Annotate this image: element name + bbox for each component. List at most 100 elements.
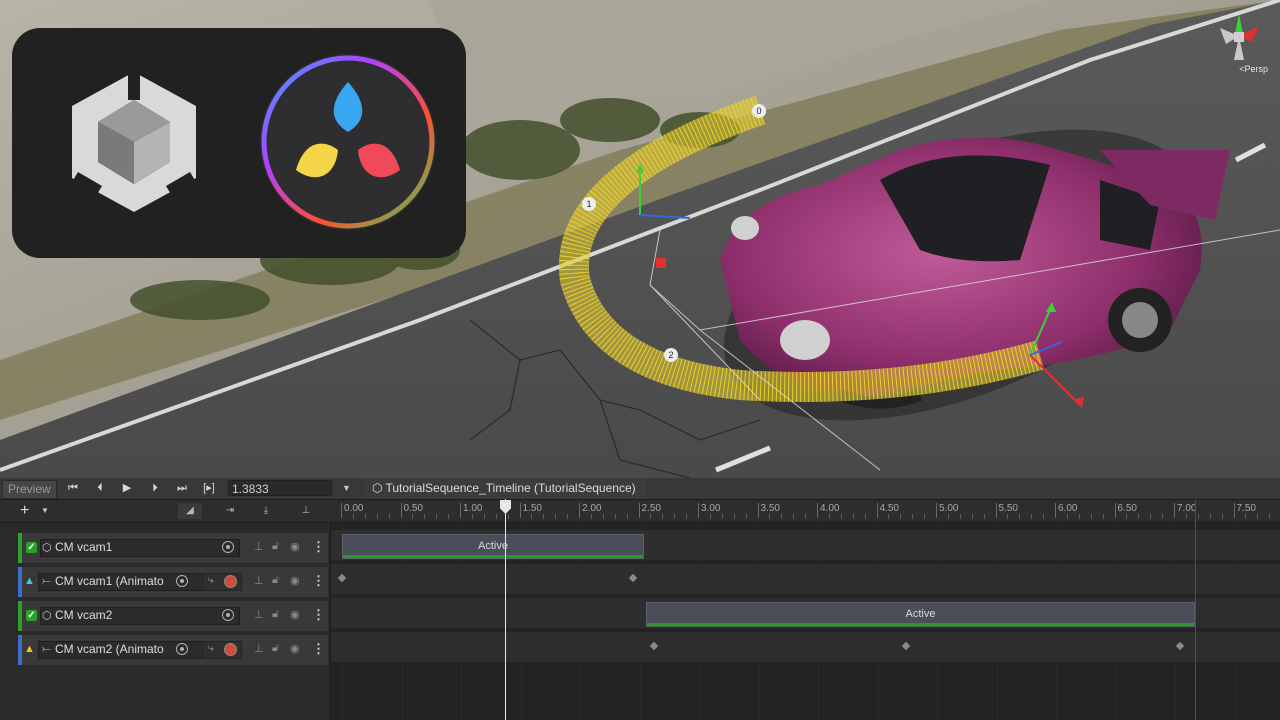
transform-icon: ⤚ [42,575,51,587]
timeline-window: Preview ⏮ ⏴ ▶ ⏵ ⏭ [▸] 1.3833 ▼ ⬡ Tutorial… [0,478,1280,720]
ruler-minor-tick [947,514,949,519]
track-lane[interactable]: Active [331,598,1280,629]
ruler-major-tick [400,503,402,518]
eye-icon[interactable]: ◉ [290,608,300,621]
waypoint-marker-1[interactable]: 1 [582,197,596,211]
record-button[interactable] [224,575,237,588]
keyframe[interactable] [1175,641,1185,651]
preview-button[interactable]: Preview [2,480,57,499]
snap-icon[interactable]: ◢ [178,503,202,519]
transform-icon: ⤚ [42,643,51,655]
ruler-minor-tick [626,514,628,519]
ruler-minor-tick [1019,514,1021,519]
ruler-minor-tick [852,514,854,519]
track-color-bar [18,601,22,631]
keyframe[interactable] [337,573,347,583]
time-ruler[interactable]: 0.00 0.50 1.00 1.50 2.00 2.50 3.00 3.50 4.00 4.50… [330,500,1280,522]
keyframe[interactable] [628,573,638,583]
track-header[interactable]: ✓ ⬡ CM vcam1 ⊥ 🔓︎ ◉ ⋮ [18,533,328,563]
ruler-minor-tick [436,514,438,519]
ruler-minor-tick [364,514,366,519]
track-name: CM vcam1 [55,540,113,554]
eye-icon[interactable]: ◉ [290,642,300,655]
ruler-minor-tick [793,514,795,519]
eye-icon[interactable]: ◉ [290,540,300,553]
ruler-minor-tick [507,514,509,519]
pin-icon[interactable]: ⊥ [254,642,264,655]
object-picker-icon[interactable] [176,643,188,655]
ruler-minor-tick [840,514,842,519]
track-menu-icon[interactable]: ⋮ [312,573,325,589]
add-dropdown-icon[interactable]: ▼ [41,506,49,515]
ruler-minor-tick [1197,514,1199,519]
ruler-label: 6.00 [1058,503,1078,514]
object-picker-icon[interactable] [222,609,234,621]
object-picker-icon[interactable] [222,541,234,553]
ruler-minor-tick [1007,514,1009,519]
activation-clip[interactable]: Active [646,602,1195,627]
ruler-label: 6.50 [1117,503,1137,514]
track-lanes[interactable]: Active Active [331,523,1280,720]
track-lane[interactable]: Active [331,530,1280,561]
scene-view[interactable]: 0 1 2 <Persp [0,0,1280,478]
ruler-label: 2.00 [582,503,602,514]
ruler-label: 1.50 [522,503,542,514]
ruler-minor-tick [721,514,723,519]
orientation-gizmo[interactable] [1212,6,1266,72]
pin-icon[interactable]: ⊥ [254,540,264,553]
lock-icon[interactable]: 🔓︎ [272,540,279,553]
track-header[interactable]: ▲ ⤚ CM vcam2 (Animato ⤷ ⊥ 🔓︎ ◉ ⋮ [18,635,328,665]
step-back-icon[interactable]: ⏴ [90,480,110,497]
playhead-line[interactable] [505,499,506,720]
track-lane[interactable] [331,632,1280,663]
track-header[interactable]: ▲ ⤚ CM vcam1 (Animato ⤷ ⊥ 🔓︎ ◉ ⋮ [18,567,328,597]
lock-icon[interactable]: 🔓︎ [272,574,279,587]
activation-clip[interactable]: Active [342,534,644,559]
ruler-minor-tick [864,514,866,519]
ruler-minor-tick [781,514,783,519]
ruler-minor-tick [483,514,485,519]
waypoint-marker-2[interactable]: 2 [664,348,678,362]
waypoint-marker-0[interactable]: 0 [752,104,766,118]
markers-icon[interactable]: ⤓ [254,503,278,519]
lock-icon[interactable]: 🔓︎ [272,608,279,621]
pin-icon[interactable]: ⊥ [294,503,318,519]
track-enabled-checkbox[interactable]: ✓ [26,610,37,621]
object-picker-icon[interactable] [176,575,188,587]
add-track-button[interactable]: + [20,503,29,519]
ruler-minor-tick [983,514,985,519]
ripple-icon[interactable]: ⇥ [218,503,242,519]
track-enabled-checkbox[interactable]: ✓ [26,542,37,553]
range-icon[interactable]: [▸] [199,480,219,497]
keyframe[interactable] [901,641,911,651]
skip-end-icon[interactable]: ⏭ [172,480,192,497]
skip-start-icon[interactable]: ⏮ [63,480,83,497]
current-time-field[interactable]: 1.3833 [228,480,332,496]
projection-label[interactable]: <Persp [1239,64,1268,74]
play-icon[interactable]: ▶ [117,480,137,497]
step-forward-icon[interactable]: ⏵ [145,480,165,497]
lock-icon[interactable]: 🔓︎ [272,642,279,655]
ruler-minor-tick [1257,514,1259,519]
ruler-minor-tick [567,514,569,519]
record-button[interactable] [224,643,237,656]
track-menu-icon[interactable]: ⋮ [312,641,325,657]
ruler-minor-tick [495,514,497,519]
ruler-major-tick [936,503,937,518]
ruler-major-tick [519,503,521,518]
ruler-label: 4.00 [820,503,840,514]
track-header[interactable]: ✓ ⬡ CM vcam2 ⊥ 🔓︎ ◉ ⋮ [18,601,328,631]
track-lane[interactable] [331,564,1280,595]
ruler-minor-tick [745,514,747,519]
track-menu-icon[interactable]: ⋮ [312,539,325,555]
keyframe[interactable] [649,641,659,651]
pin-icon[interactable]: ⊥ [254,608,264,621]
ruler-minor-tick [1245,514,1247,519]
track-menu-icon[interactable]: ⋮ [312,607,325,623]
pin-icon[interactable]: ⊥ [254,574,264,587]
chevron-down-icon[interactable]: ▼ [342,480,351,497]
eye-icon[interactable]: ◉ [290,574,300,587]
sequence-breadcrumb[interactable]: ⬡ TutorialSequence_Timeline (TutorialSequ… [364,478,646,499]
ruler-label: 0.50 [403,503,423,514]
ruler-minor-tick [959,514,961,519]
